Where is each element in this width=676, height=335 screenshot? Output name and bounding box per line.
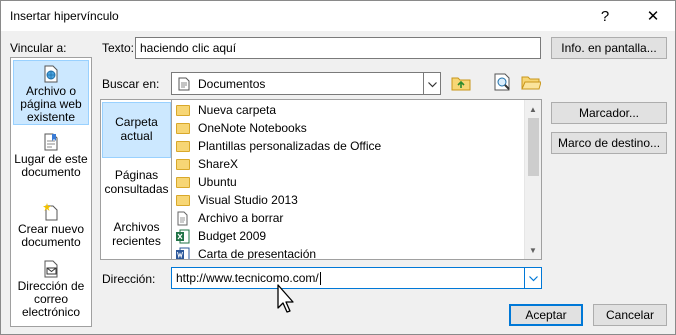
list-item[interactable]: Budget 2009 xyxy=(176,227,266,245)
email-icon xyxy=(43,260,59,278)
file-name: Ubuntu xyxy=(198,175,237,189)
scroll-thumb[interactable] xyxy=(528,118,539,176)
list-item[interactable]: Carta de presentación xyxy=(176,245,317,260)
new-document-icon xyxy=(43,203,59,221)
folder-up-icon xyxy=(451,73,471,94)
help-icon: ? xyxy=(600,7,610,25)
file-list[interactable]: Nueva carpeta OneNote Notebooks Plantill… xyxy=(171,99,542,260)
list-item[interactable]: ShareX xyxy=(176,155,238,173)
folder-icon xyxy=(176,175,192,189)
link-to-item-label: Crear nuevo documento xyxy=(17,222,85,249)
text-to-display-label: Texto: xyxy=(102,41,135,55)
file-name: Nueva carpeta xyxy=(198,103,277,117)
browse-item-label: Páginas consultadas xyxy=(104,168,169,196)
dialog-title: Insertar hipervínculo xyxy=(10,9,119,23)
document-place-icon xyxy=(43,133,59,151)
help-button[interactable]: ? xyxy=(585,1,625,31)
browse-recent-files[interactable]: Archivos recientes xyxy=(102,220,171,260)
link-to-label: Vincular a: xyxy=(10,41,67,55)
scroll-down-icon[interactable]: ▼ xyxy=(525,242,541,258)
address-value: http://www.tecnicomo.com/ xyxy=(176,271,319,285)
cancel-button[interactable]: Cancelar xyxy=(593,304,667,326)
address-dropdown-arrow[interactable] xyxy=(524,268,541,288)
text-file-icon xyxy=(176,211,192,226)
word-file-icon xyxy=(176,247,192,259)
chevron-down-icon xyxy=(427,77,437,91)
file-name: Carta de presentación xyxy=(198,247,317,260)
file-name: ShareX xyxy=(198,157,239,171)
folder-icon xyxy=(176,157,192,171)
chevron-down-icon xyxy=(528,271,538,285)
link-to-item-label: Lugar de este documento xyxy=(14,152,88,179)
browse-browsed-pages[interactable]: Páginas consultadas xyxy=(102,166,171,206)
list-item[interactable]: Visual Studio 2013 xyxy=(176,191,298,209)
link-to-item-label: Archivo o página web existente xyxy=(20,84,82,124)
close-button[interactable]: ✕ xyxy=(633,1,673,31)
open-folder-icon xyxy=(521,73,542,94)
list-item[interactable]: Plantillas personalizadas de Office xyxy=(176,137,381,155)
folder-icon xyxy=(176,103,192,117)
link-to-item-label: Dirección de correo electrónico xyxy=(17,279,85,319)
browse-item-label: Archivos recientes xyxy=(112,220,161,248)
bookmark-button[interactable]: Marcador... xyxy=(551,102,667,124)
browse-panel: Carpeta actual Páginas consultadas Archi… xyxy=(100,99,172,260)
folder-icon xyxy=(176,193,192,207)
link-to-create-new-document[interactable]: Crear nuevo documento xyxy=(13,203,89,249)
list-item[interactable]: Ubuntu xyxy=(176,173,237,191)
file-list-scrollbar[interactable]: ▲ ▼ xyxy=(524,100,541,259)
scroll-up-icon[interactable]: ▲ xyxy=(525,101,541,117)
browse-current-folder[interactable]: Carpeta actual xyxy=(102,102,171,158)
list-item[interactable]: Archivo a borrar xyxy=(176,209,283,227)
ok-button[interactable]: Aceptar xyxy=(509,304,583,326)
target-frame-button[interactable]: Marco de destino... xyxy=(551,132,667,154)
close-icon: ✕ xyxy=(646,8,660,25)
insert-hyperlink-dialog: Insertar hipervínculo ? ✕ Vincular a: Ar… xyxy=(0,0,676,335)
web-page-icon xyxy=(43,65,59,83)
file-name: Plantillas personalizadas de Office xyxy=(198,139,382,153)
browse-item-label: Carpeta actual xyxy=(115,115,158,143)
folder-icon xyxy=(176,139,192,153)
list-item[interactable]: OneNote Notebooks xyxy=(176,119,307,137)
link-to-place-in-document[interactable]: Lugar de este documento xyxy=(13,133,89,183)
file-name: Budget 2009 xyxy=(198,229,267,243)
folder-icon xyxy=(176,121,192,135)
look-in-label: Buscar en: xyxy=(102,77,160,91)
link-to-panel: Archivo o página web existente Lugar de … xyxy=(10,57,92,327)
list-item[interactable]: Nueva carpeta xyxy=(176,101,276,119)
link-to-email-address[interactable]: Dirección de correo electrónico xyxy=(13,260,89,322)
screen-tip-button[interactable]: Info. en pantalla... xyxy=(551,37,667,59)
file-name: OneNote Notebooks xyxy=(198,121,307,135)
file-name: Archivo a borrar xyxy=(198,211,284,225)
look-in-select[interactable]: Documentos xyxy=(171,72,441,95)
address-label: Dirección: xyxy=(102,272,156,286)
excel-file-icon xyxy=(176,229,192,244)
text-to-display-input[interactable]: haciendo clic aquí xyxy=(135,37,541,59)
up-one-folder-button[interactable] xyxy=(448,71,474,95)
browse-file-button[interactable] xyxy=(518,71,544,95)
mouse-cursor-icon xyxy=(277,284,295,317)
documents-folder-icon xyxy=(177,77,191,94)
browse-web-icon xyxy=(493,73,513,94)
file-name: Visual Studio 2013 xyxy=(198,193,298,207)
address-input[interactable]: http://www.tecnicomo.com/ xyxy=(171,267,542,289)
title-bar: Insertar hipervínculo ? ✕ xyxy=(1,1,675,31)
look-in-dropdown-arrow[interactable] xyxy=(423,73,440,94)
look-in-value: Documentos xyxy=(198,77,266,91)
link-to-existing-file-or-web-page[interactable]: Archivo o página web existente xyxy=(13,60,89,125)
browse-web-button[interactable] xyxy=(490,71,516,95)
